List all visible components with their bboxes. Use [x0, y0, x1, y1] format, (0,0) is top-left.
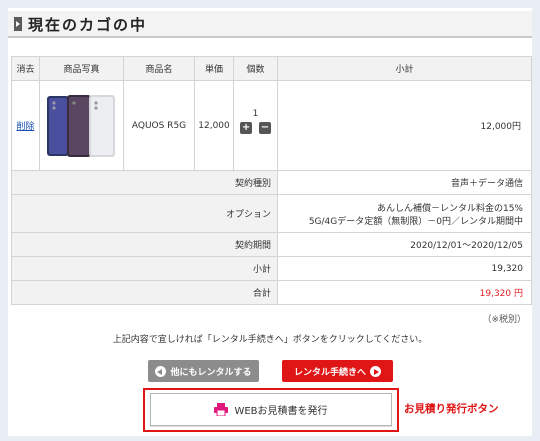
- product-photo: [46, 94, 115, 157]
- quote-button-callout: お見積り発行ボタン: [404, 403, 499, 415]
- total-row: 合計 19,320 円: [11, 280, 532, 305]
- tax-note: （※税別）: [482, 315, 526, 325]
- option-line-2: 5G/4Gデータ定額（無制限）－0円／レンタル期間中: [308, 216, 523, 227]
- proceed-rental-label: レンタル手続きへ: [293, 367, 366, 378]
- table-row: 削除 AQUOS R5G 12,000 1 + − 12,000円: [11, 80, 532, 171]
- option-line-1: あんしん補償－レンタル料金の15%: [376, 203, 523, 214]
- product-photo-cell: [39, 80, 124, 171]
- cart-table: 消去 商品写真 商品名 単価 個数 小計 削除 AQUOS R5G 12,000…: [11, 56, 532, 305]
- quantity-value: 1: [252, 109, 259, 119]
- printer-icon: [214, 403, 229, 416]
- forward-arrow-icon: [370, 365, 381, 377]
- option-label: オプション: [11, 194, 278, 233]
- contract-type-row: 契約種別 音声＋データ通信: [11, 170, 532, 195]
- more-rental-button[interactable]: 他にもレンタルする: [148, 360, 259, 382]
- contract-period-label: 契約期間: [11, 232, 278, 257]
- delete-link[interactable]: 削除: [11, 80, 40, 171]
- proceed-rental-button[interactable]: レンタル手続きへ: [282, 360, 393, 382]
- quantity-increase-button[interactable]: +: [240, 122, 253, 134]
- contract-type-label: 契約種別: [11, 170, 278, 195]
- col-header-photo: 商品写真: [39, 56, 124, 81]
- table-header-row: 消去 商品写真 商品名 単価 個数 小計: [11, 56, 532, 81]
- confirmation-notice: 上記内容で宜しければ「レンタル手続きへ」ボタンをクリックしてください。: [112, 335, 428, 345]
- option-value: あんしん補償－レンタル料金の15% 5G/4Gデータ定額（無制限）－0円／レンタ…: [277, 194, 532, 233]
- total-value: 19,320 円: [277, 280, 532, 305]
- col-header-name: 商品名: [123, 56, 195, 81]
- web-quote-label: WEBお見積書を発行: [234, 406, 328, 417]
- web-quote-button[interactable]: WEBお見積書を発行: [150, 393, 392, 426]
- col-header-delete: 消去: [11, 56, 40, 81]
- contract-period-row: 契約期間 2020/12/01～2020/12/05: [11, 232, 532, 257]
- option-row: オプション あんしん補償－レンタル料金の15% 5G/4Gデータ定額（無制限）－…: [11, 194, 532, 233]
- col-header-quantity: 個数: [233, 56, 278, 81]
- more-rental-label: 他にもレンタルする: [170, 367, 252, 378]
- subtotal-row: 小計 19,320: [11, 256, 532, 281]
- contract-type-value: 音声＋データ通信: [277, 170, 532, 195]
- quantity-decrease-button[interactable]: −: [258, 122, 271, 134]
- contract-period-value: 2020/12/01～2020/12/05: [277, 232, 532, 257]
- subtotal-value: 19,320: [277, 256, 532, 281]
- col-header-subtotal: 小計: [277, 56, 532, 81]
- unit-price: 12,000: [194, 80, 234, 171]
- header-marker-icon: [14, 17, 22, 31]
- page-title: 現在のカゴの中: [28, 16, 148, 34]
- subtotal-label: 小計: [11, 256, 278, 281]
- quantity-cell: 1 + −: [233, 80, 278, 171]
- back-arrow-icon: [155, 365, 167, 377]
- total-label: 合計: [11, 280, 278, 305]
- product-name: AQUOS R5G: [123, 80, 195, 171]
- cart-header: 現在のカゴの中: [8, 11, 532, 38]
- item-subtotal: 12,000円: [277, 80, 532, 171]
- col-header-price: 単価: [194, 56, 234, 81]
